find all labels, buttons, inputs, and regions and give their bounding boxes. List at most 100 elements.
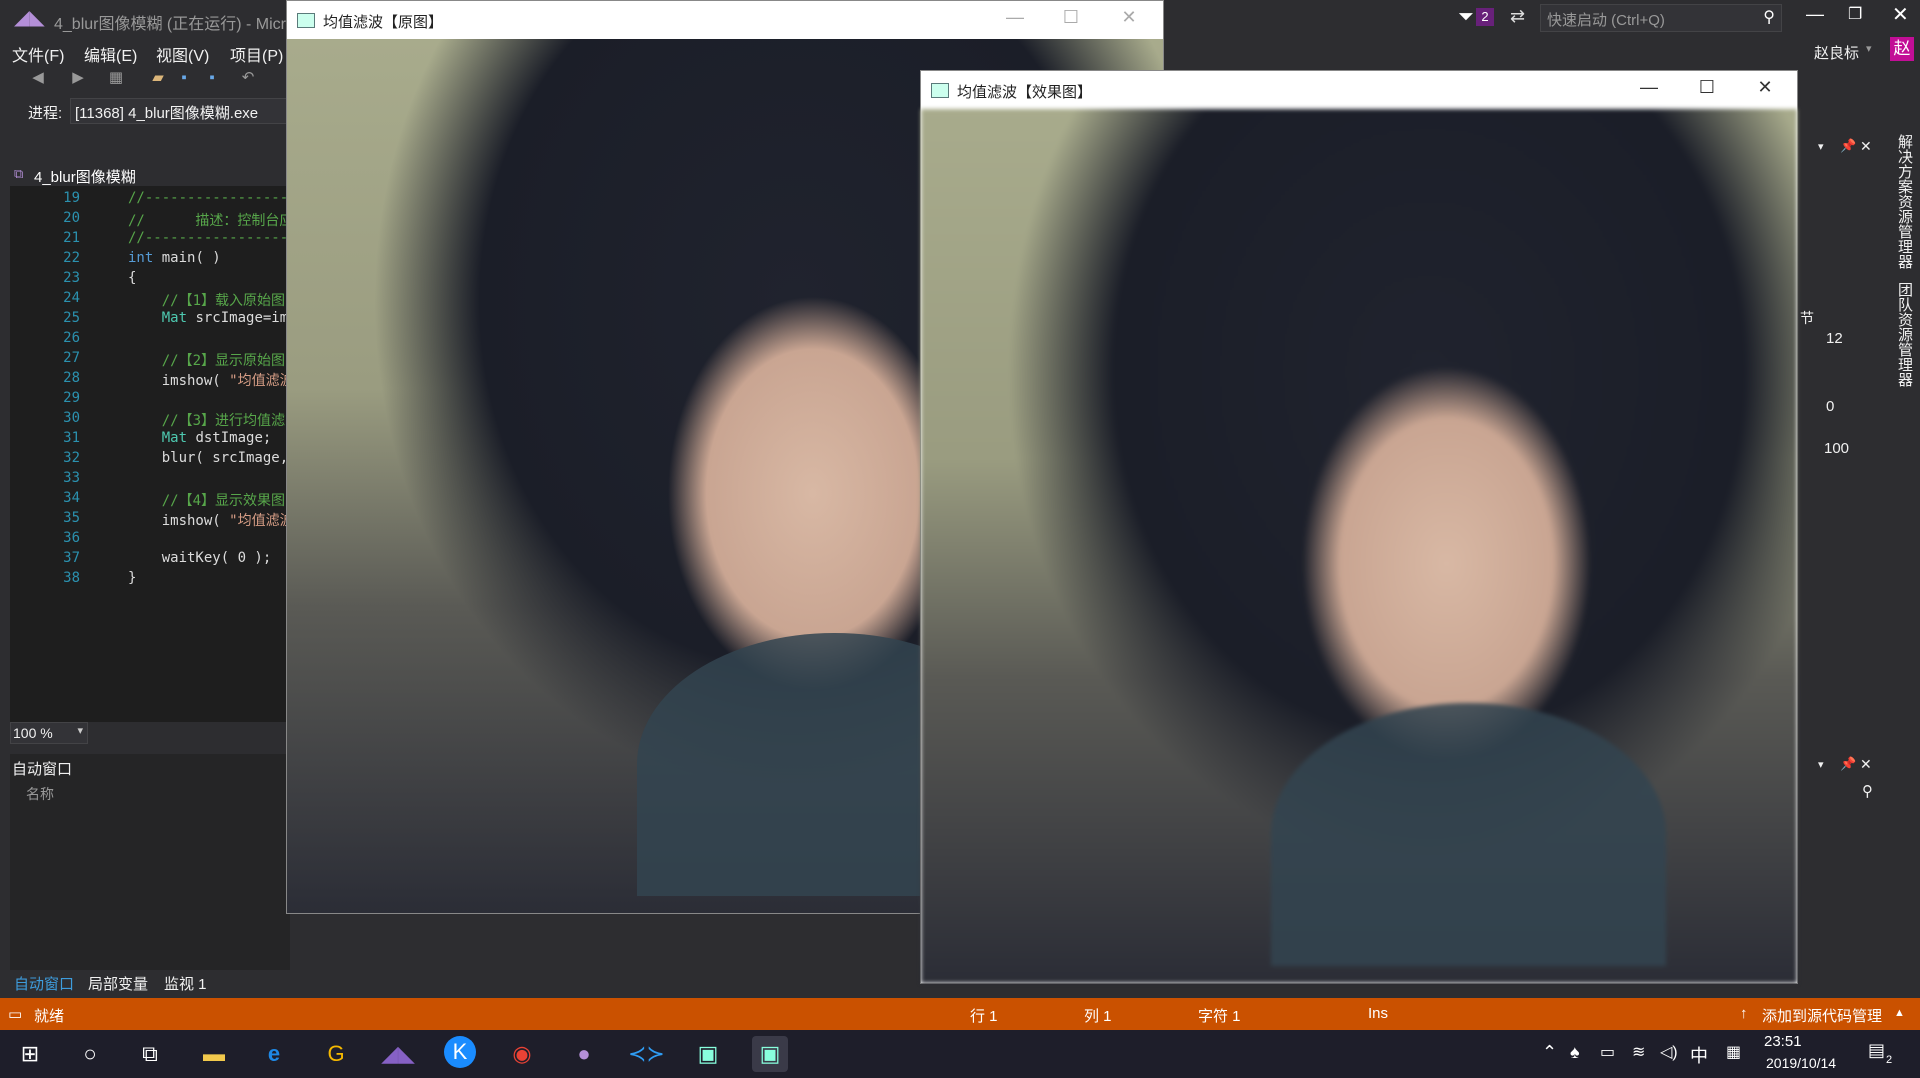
github-icon[interactable]: ● bbox=[566, 1036, 602, 1072]
save-all-icon[interactable]: ▪ bbox=[202, 68, 222, 88]
windows-start-icon[interactable]: ⊞ bbox=[12, 1036, 48, 1072]
pin-icon[interactable]: 📌 bbox=[1840, 756, 1856, 772]
edge-browser-icon[interactable]: e bbox=[256, 1036, 292, 1072]
notification-badge[interactable]: 2 bbox=[1476, 8, 1494, 26]
effect-window-title: 均值滤波【效果图】 bbox=[957, 84, 1093, 101]
maximize-button[interactable]: ☐ bbox=[1695, 77, 1719, 98]
tab-solution-explorer[interactable]: 解决方案资源管理器 bbox=[1894, 134, 1915, 269]
open-folder-icon[interactable]: ▰ bbox=[148, 68, 168, 88]
forward-icon[interactable]: ▶ bbox=[68, 68, 88, 88]
battery-icon[interactable]: ▭ bbox=[1600, 1042, 1615, 1062]
code-line[interactable]: blur( srcImage, d bbox=[128, 450, 305, 466]
task-view-icon[interactable]: ⧉ bbox=[132, 1036, 168, 1072]
back-icon[interactable]: ◀ bbox=[28, 68, 48, 88]
tray-chevron-up-icon[interactable]: ⌃ bbox=[1542, 1042, 1557, 1063]
menu-file[interactable]: 文件(F) bbox=[12, 42, 64, 66]
opencv-window-active-icon[interactable]: ▣ bbox=[752, 1036, 788, 1072]
minimize-button[interactable]: — bbox=[1003, 7, 1027, 28]
code-line[interactable]: Mat srcImage=imre bbox=[128, 310, 305, 326]
search-icon[interactable]: ⚲ bbox=[1862, 782, 1873, 800]
chevron-up-icon[interactable]: ▲ bbox=[1894, 1007, 1905, 1019]
menu-project[interactable]: 项目(P) bbox=[230, 42, 283, 66]
notification-center-icon[interactable]: ▤ bbox=[1868, 1040, 1885, 1061]
cortana-search-icon[interactable]: ○ bbox=[72, 1036, 108, 1072]
code-line[interactable]: //【3】进行均值滤 bbox=[128, 410, 285, 430]
vscode-icon[interactable]: ≺≻ bbox=[628, 1036, 665, 1072]
volume-icon[interactable]: ◁) bbox=[1660, 1042, 1678, 1062]
search-icon[interactable]: ⚲ bbox=[1763, 7, 1775, 27]
filter-icon[interactable]: ⏷ bbox=[1458, 6, 1474, 29]
code-line[interactable]: //【2】显示原始图 bbox=[128, 350, 285, 370]
upload-icon[interactable]: ↑ bbox=[1740, 1005, 1748, 1022]
original-window-title-bar[interactable]: 均值滤波【原图】 — ☐ ✕ bbox=[287, 1, 1163, 39]
new-project-icon[interactable]: ▦ bbox=[106, 68, 126, 88]
close-button[interactable]: ✕ bbox=[1753, 77, 1777, 98]
line-number: 30 bbox=[63, 410, 80, 426]
tab-locals[interactable]: 局部变量 bbox=[88, 973, 148, 994]
code-editor[interactable]: 19//-------------------- 20// 描述：控制台应 21//… bbox=[10, 186, 313, 722]
minimize-button[interactable]: — bbox=[1806, 4, 1824, 25]
status-ins: Ins bbox=[1368, 1005, 1389, 1022]
google-app-icon[interactable]: G bbox=[318, 1036, 354, 1072]
minimize-button[interactable]: — bbox=[1637, 77, 1661, 98]
zoom-select[interactable]: 100 % ▾ bbox=[10, 722, 88, 744]
restore-button[interactable]: ❐ bbox=[1848, 4, 1862, 24]
clock-date[interactable]: 2019/10/14 bbox=[1766, 1055, 1836, 1071]
keyboard-layout-icon[interactable]: ▦ bbox=[1726, 1042, 1741, 1062]
column-header-name[interactable]: 名称 bbox=[26, 784, 54, 804]
wifi-icon[interactable]: ≋ bbox=[1632, 1042, 1645, 1062]
menu-edit[interactable]: 编辑(E) bbox=[84, 42, 137, 66]
feedback-icon[interactable]: ⇄ bbox=[1510, 6, 1525, 27]
code-line[interactable]: //【1】载入原始图 bbox=[128, 290, 285, 310]
tab-auto-window[interactable]: 自动窗口 bbox=[14, 973, 74, 994]
code-token: //【4】显示效果图 bbox=[128, 493, 286, 509]
menu-view[interactable]: 视图(V) bbox=[156, 42, 209, 66]
panel-chevron-icon[interactable]: ▾ bbox=[1818, 140, 1824, 153]
panel-chevron-icon[interactable]: ▾ bbox=[1818, 758, 1824, 771]
maximize-button[interactable]: ☐ bbox=[1059, 7, 1083, 28]
code-line[interactable]: //【4】显示效果图 bbox=[128, 490, 285, 510]
user-name[interactable]: 赵良标 bbox=[1814, 42, 1859, 63]
visual-studio-icon[interactable]: ◢◣ bbox=[380, 1036, 416, 1072]
code-line[interactable]: int main( ) bbox=[128, 250, 221, 266]
tab-team-explorer[interactable]: 团队资源管理器 bbox=[1894, 282, 1915, 387]
qq-icon[interactable]: ♠ bbox=[1570, 1042, 1580, 1063]
line-number: 26 bbox=[63, 330, 80, 346]
quick-launch-box[interactable]: 快速启动 (Ctrl+Q) ⚲ bbox=[1540, 4, 1782, 32]
tab-watch-1[interactable]: 监视 1 bbox=[164, 973, 207, 994]
code-line[interactable]: imshow( "均值滤波 bbox=[128, 370, 294, 390]
kugou-icon[interactable]: K bbox=[444, 1036, 476, 1068]
close-button[interactable]: ✕ bbox=[1892, 2, 1909, 27]
code-line[interactable]: imshow( "均值滤波 bbox=[128, 510, 294, 530]
status-ready-icon: ▭ bbox=[8, 1006, 23, 1023]
pin-icon[interactable]: 📌 bbox=[1840, 138, 1856, 154]
undo-icon[interactable]: ↶ bbox=[238, 68, 258, 88]
panel-close-icon[interactable]: ✕ bbox=[1860, 138, 1872, 155]
code-line[interactable]: } bbox=[128, 570, 136, 586]
user-menu-chevron-icon[interactable]: ▾ bbox=[1866, 42, 1872, 55]
code-token: dstImage; bbox=[187, 430, 272, 446]
process-select[interactable]: [11368] 4_blur图像模糊.exe bbox=[70, 98, 290, 124]
line-number: 21 bbox=[63, 230, 80, 246]
editor-tab[interactable]: ⧉ 4_blur图像模糊 bbox=[10, 164, 290, 188]
line-number: 36 bbox=[63, 530, 80, 546]
code-line[interactable]: { bbox=[128, 270, 136, 286]
opencv-window-icon[interactable]: ▣ bbox=[690, 1036, 726, 1072]
file-explorer-icon[interactable]: ▬ bbox=[196, 1036, 232, 1072]
effect-window-title-bar[interactable]: 均值滤波【效果图】 — ☐ ✕ bbox=[921, 71, 1797, 109]
effect-image-window[interactable]: 均值滤波【效果图】 — ☐ ✕ bbox=[920, 70, 1798, 984]
code-token: } bbox=[128, 570, 137, 586]
code-line[interactable]: // 描述：控制台应 bbox=[128, 210, 293, 230]
chrome-icon[interactable]: ◉ bbox=[504, 1036, 540, 1072]
code-line[interactable]: waitKey( 0 ); bbox=[128, 550, 272, 566]
ime-indicator[interactable]: 中 bbox=[1690, 1042, 1708, 1068]
save-icon[interactable]: ▪ bbox=[174, 68, 194, 88]
avatar[interactable]: 赵 bbox=[1890, 37, 1914, 61]
add-to-source-control[interactable]: 添加到源代码管理 bbox=[1762, 1005, 1882, 1026]
code-line[interactable]: Mat dstImage; bbox=[128, 430, 272, 446]
close-button[interactable]: ✕ bbox=[1117, 7, 1141, 28]
panel-close-icon[interactable]: ✕ bbox=[1860, 756, 1872, 773]
code-token: { bbox=[128, 270, 137, 286]
clock-time[interactable]: 23:51 bbox=[1764, 1033, 1802, 1050]
